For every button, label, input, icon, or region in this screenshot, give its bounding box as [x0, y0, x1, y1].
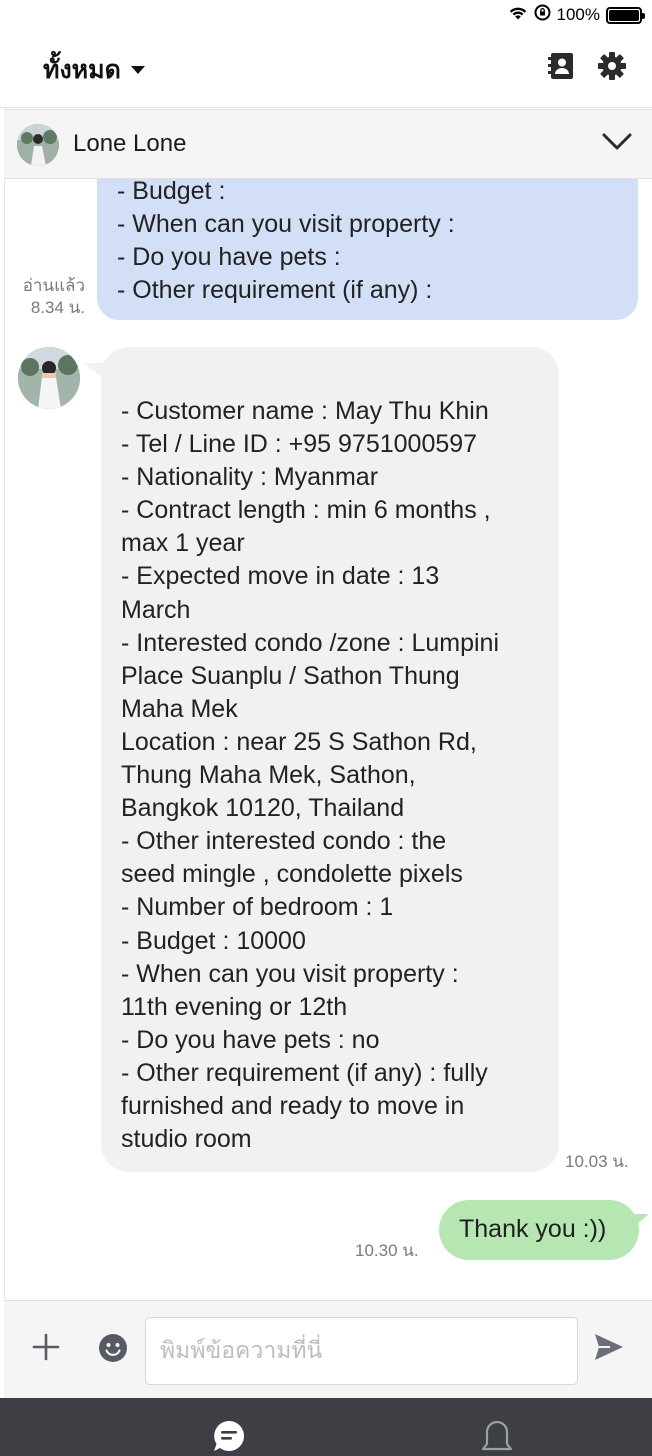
add-attachment-button[interactable]	[32, 1333, 60, 1366]
contact-name: Lone Lone	[73, 130, 187, 157]
message-text-line: - Nationality : Myanmar	[121, 463, 379, 492]
chat-filter-label: ทั้งหมด	[43, 56, 121, 84]
message-text-line: Thung Maha Mek, Sathon,	[121, 761, 416, 790]
message-time: 10.30 น.	[355, 1241, 419, 1260]
chevron-down-icon[interactable]	[602, 132, 632, 157]
message-text-line: furnished and ready to move in	[121, 1091, 465, 1120]
message-text-line: - Other interested condo : the	[121, 827, 447, 856]
send-button[interactable]	[594, 1333, 624, 1366]
status-bar: 100%	[0, 0, 652, 30]
message-text: Thank you :))	[459, 1215, 607, 1243]
message-text-line: max 1 year	[121, 529, 245, 558]
message-text-line: - Number of bedroom : 1	[121, 893, 394, 922]
caret-down-icon	[130, 66, 145, 74]
bottom-navigation	[0, 1398, 652, 1456]
message-text-line: - Interested condo /zone : Lumpini	[121, 628, 500, 657]
status-indicators: 100%	[508, 4, 645, 26]
contact-avatar	[17, 124, 59, 166]
message-text-line: - Contract length : min 6 months ,	[121, 496, 491, 525]
battery-icon	[606, 6, 645, 24]
message-text-line: Bangkok 10120, Thailand	[121, 794, 405, 823]
battery-percent: 100%	[556, 5, 600, 24]
gear-icon[interactable]	[598, 52, 626, 80]
message-text-line: - Other requirement (if any) : fully	[121, 1058, 488, 1087]
battery-level	[609, 9, 639, 21]
read-label: อ่านแล้ว	[22, 276, 85, 295]
chat-header[interactable]: Lone Lone	[4, 109, 652, 179]
message-text-line: - Do you have pets : no	[121, 1025, 380, 1054]
contacts-icon[interactable]	[548, 52, 576, 80]
message-text-line: - Customer name : May Thu Khin	[121, 397, 489, 425]
chat-filter-dropdown[interactable]: ทั้งหมด	[43, 50, 145, 90]
message-text-line: seed mingle , condolette pixels	[121, 860, 463, 889]
message-text-line: - Budget : 10000	[121, 926, 306, 955]
sender-avatar[interactable]	[18, 347, 80, 409]
message-time: 8.34 น.	[30, 298, 85, 317]
message-text-line: - When can you visit property :	[121, 959, 459, 988]
message-text-line: Location : near 25 S Sathon Rd,	[121, 727, 477, 756]
emoji-button[interactable]	[98, 1333, 128, 1363]
bell-icon[interactable]	[481, 1420, 513, 1456]
message-text-line: - Tel / Line ID : +95 9751000597	[121, 430, 478, 459]
message-text-line: March	[121, 595, 191, 624]
message-input[interactable]	[145, 1317, 578, 1385]
message-list[interactable]: อ่านแล้ว 8.34 น. - Budget : - When can yo…	[4, 179, 652, 1300]
message-text-line: 11th evening or 12th	[121, 992, 348, 1021]
message-text-line: - When can you visit property :	[117, 210, 455, 239]
message-text-line: Maha Mek	[121, 694, 238, 723]
message-text-line: - Budget :	[117, 179, 226, 205]
read-receipt: อ่านแล้ว 8.34 น.	[5, 275, 85, 319]
top-actions	[548, 52, 626, 80]
outgoing-message-bubble[interactable]: Thank you :))	[439, 1200, 649, 1260]
incoming-message-bubble[interactable]: - Customer name : May Thu Khin - Tel / Li…	[83, 347, 559, 1172]
wifi-icon	[508, 5, 528, 26]
message-text-line: studio room	[121, 1125, 252, 1154]
message-composer	[4, 1300, 652, 1398]
message-text-line: - Expected move in date : 13	[121, 562, 440, 591]
top-bar: ทั้งหมด	[0, 30, 652, 108]
outgoing-message-bubble[interactable]: - Budget : - When can you visit property …	[97, 179, 638, 320]
message-text-line: - Do you have pets :	[117, 243, 341, 272]
message-text-line: Place Suanplu / Sathon Thung	[121, 661, 460, 690]
chat-icon[interactable]	[213, 1420, 245, 1456]
message-text-line: - Other requirement (if any) :	[117, 276, 433, 305]
message-time: 10.03 น.	[565, 1152, 629, 1171]
orientation-lock-icon	[534, 4, 551, 26]
